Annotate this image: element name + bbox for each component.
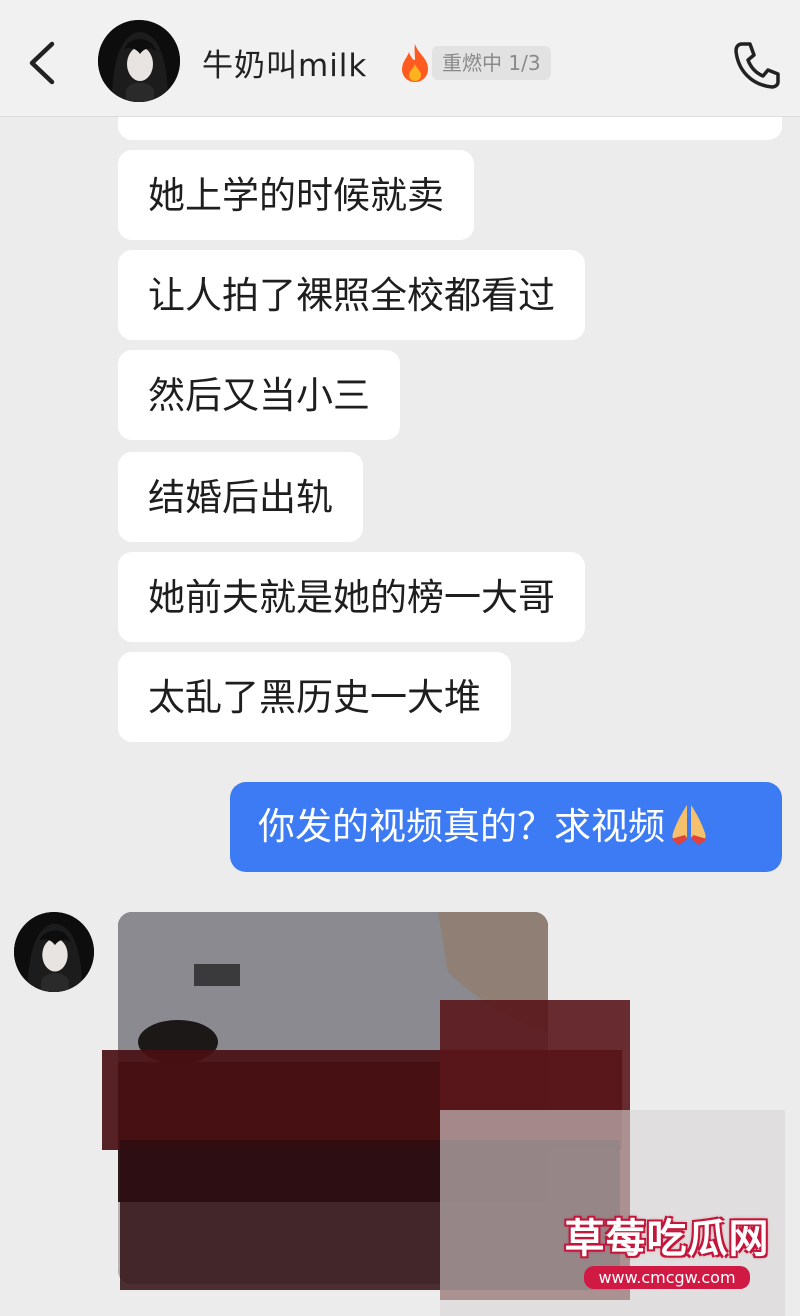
watermark: 草莓吃瓜网 www.cmcgw.com <box>552 1206 782 1289</box>
contact-avatar-message[interactable] <box>14 912 94 992</box>
message-bubble-sent[interactable]: 你发的视频真的？求视频 <box>230 782 782 872</box>
contact-name[interactable]: 牛奶叫milk <box>202 40 367 85</box>
flame-icon <box>402 44 428 82</box>
message-bubble-received[interactable]: 然后又当小三 <box>118 350 400 440</box>
sent-message-text: 你发的视频真的？求视频 <box>258 805 665 848</box>
message-bubble-received[interactable]: 她前夫就是她的榜一大哥 <box>118 552 585 642</box>
phone-icon[interactable] <box>730 38 784 92</box>
folded-hands-icon <box>671 805 707 845</box>
watermark-url: www.cmcgw.com <box>584 1266 750 1289</box>
status-badge: 重燃中 1/3 <box>432 46 551 80</box>
contact-avatar[interactable] <box>98 20 180 102</box>
message-bubble-received[interactable]: 太乱了黑历史一大堆 <box>118 652 511 742</box>
message-bubble-received[interactable]: 她上学的时候就卖 <box>118 150 474 240</box>
chat-header: 牛奶叫milk 重燃中 1/3 <box>0 0 800 117</box>
chevron-left-icon[interactable] <box>22 38 62 88</box>
message-bubble-received[interactable]: 让人拍了裸照全校都看过 <box>118 250 585 340</box>
watermark-title: 草莓吃瓜网 <box>564 1216 770 1262</box>
message-bubble-received[interactable]: 结婚后出轨 <box>118 452 363 542</box>
